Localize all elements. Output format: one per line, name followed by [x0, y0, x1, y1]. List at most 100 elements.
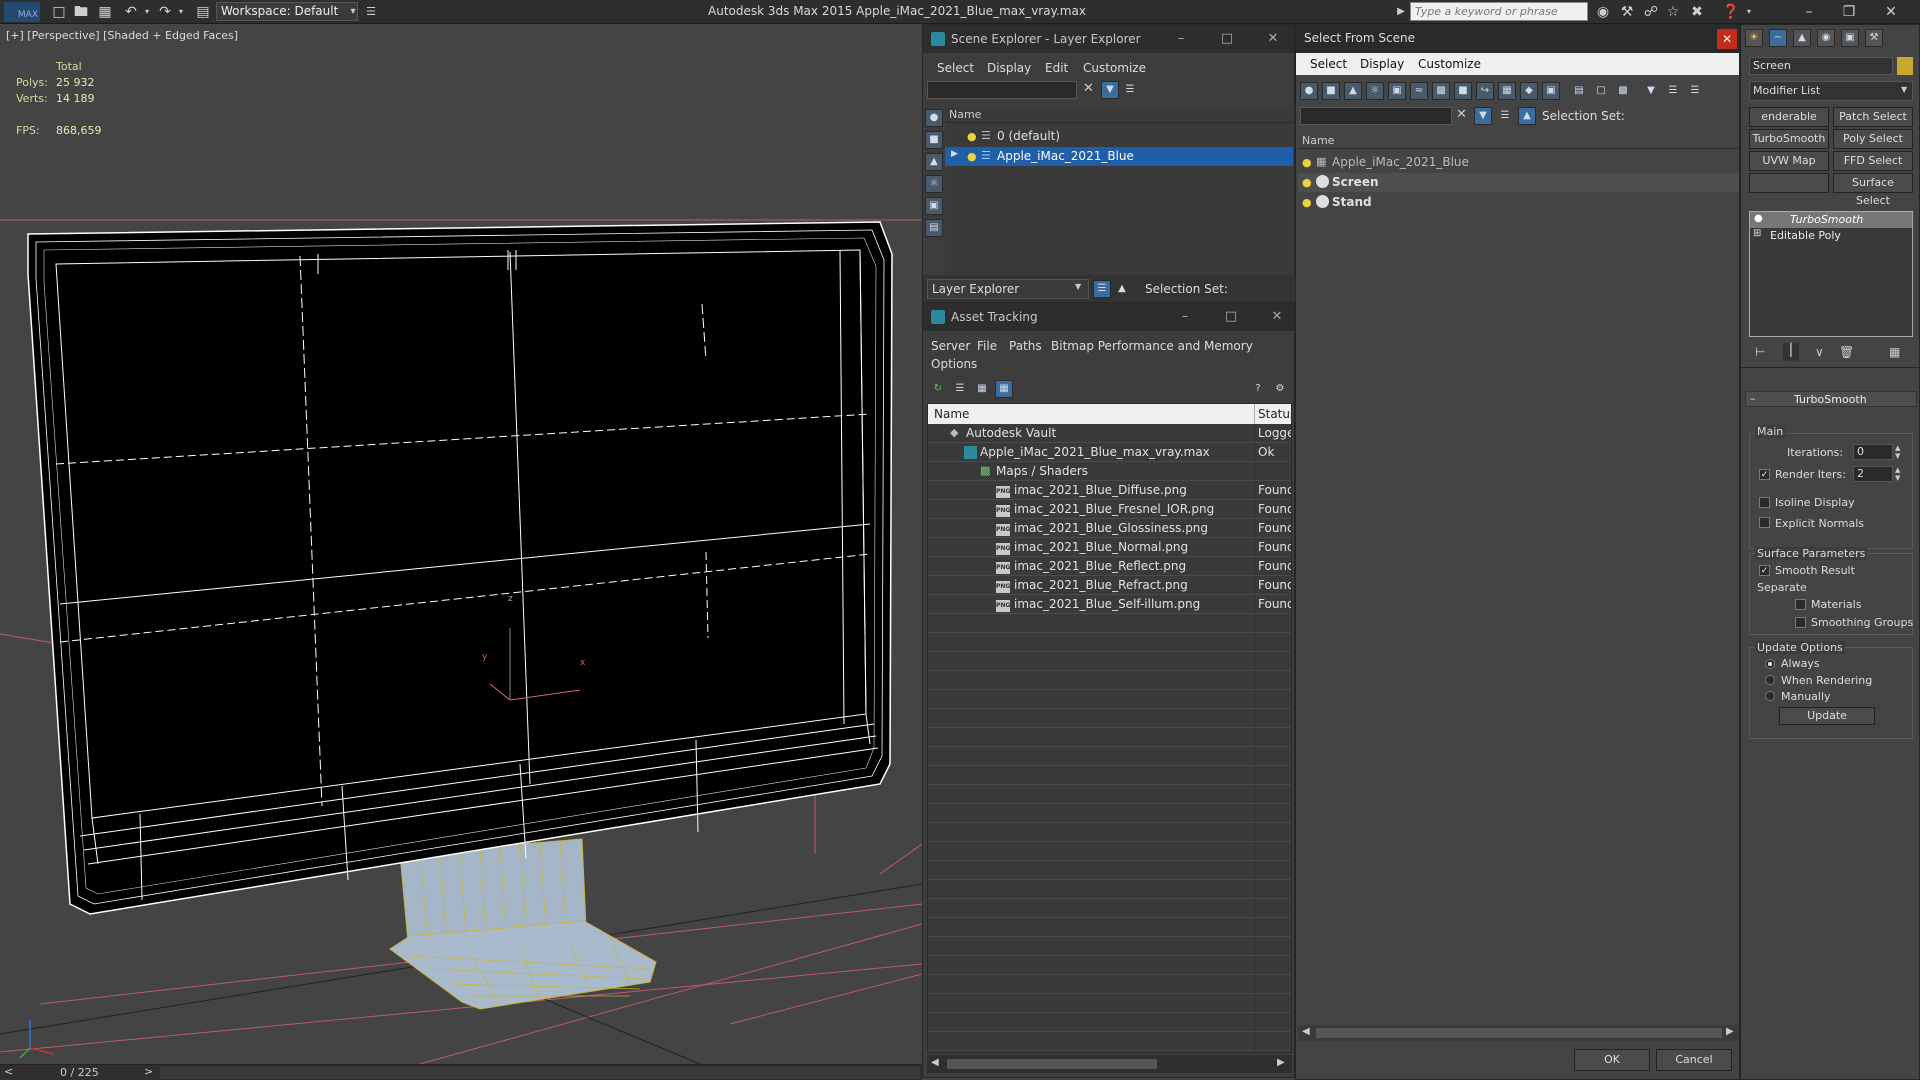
light-bulb-icon[interactable]: ●	[967, 130, 977, 143]
time-slider-track[interactable]	[160, 1067, 920, 1079]
select-from-scene-close-icon[interactable]: ✕	[1717, 29, 1737, 49]
close-icon[interactable]: ✕	[1882, 3, 1900, 21]
scene-explorer-layers-icon[interactable]: ☰	[1121, 81, 1139, 99]
modifier-surface-select-button[interactable]: Surface Select	[1833, 173, 1913, 207]
layer-row-imac[interactable]: ▶ ● ☰ Apple_iMac_2021_Blue	[945, 147, 1293, 166]
asset-col-name[interactable]: Name	[934, 407, 969, 421]
asset-row-map[interactable]: PNG imac_2021_Blue_Glossiness.png Found	[928, 519, 1291, 538]
light-bulb-icon[interactable]: ●	[967, 150, 977, 163]
scene-explorer-clear-icon[interactable]: ✕	[1083, 81, 1094, 96]
sfs-search-input[interactable]	[1300, 107, 1452, 125]
scene-explorer-menu-customize[interactable]: Customize	[1083, 61, 1146, 75]
favorites-icon[interactable]: ☆	[1664, 3, 1682, 21]
asset-settings-icon[interactable]: ⚙	[1271, 380, 1289, 398]
comm-center-icon[interactable]: ☍	[1642, 3, 1660, 21]
modifier-renderable-spline-button[interactable]: enderable Spli	[1749, 107, 1829, 127]
sfs-display-all-icon[interactable]: ●	[1300, 82, 1318, 100]
table-view-icon[interactable]: ▦	[995, 380, 1013, 398]
sfs-menu-customize[interactable]: Customize	[1418, 57, 1481, 71]
thumbnail-view-icon[interactable]: ▦	[973, 380, 991, 398]
modifier-turbosmooth-button[interactable]: TurboSmooth	[1749, 129, 1829, 149]
rollout-header[interactable]: – TurboSmooth	[1745, 391, 1917, 407]
scene-explorer-titlebar[interactable]: Scene Explorer - Layer Explorer – □ ✕	[923, 25, 1294, 53]
update-button[interactable]: Update	[1779, 707, 1875, 725]
scroll-left-icon[interactable]: ◀	[931, 1057, 939, 1068]
sfs-layers-icon[interactable]: ☰	[1496, 107, 1514, 125]
time-prev-button[interactable]: <	[4, 1065, 13, 1078]
display-tab-icon[interactable]: ▣	[1841, 29, 1859, 47]
asset-menu-bitmap[interactable]: Bitmap Performance and Memory	[1051, 339, 1253, 353]
isoline-display-checkbox[interactable]	[1759, 497, 1770, 508]
restore-icon[interactable]: ❐	[1840, 3, 1858, 21]
make-unique-icon[interactable]: ∨	[1815, 345, 1824, 359]
sfs-shapes-icon[interactable]: ▲	[1344, 82, 1362, 100]
display-cameras-icon[interactable]: ▣	[925, 197, 943, 215]
bulb-icon[interactable]: ●	[1754, 213, 1763, 224]
asset-menu-paths[interactable]: Paths	[1009, 339, 1042, 353]
sfs-select-all-icon[interactable]: ▤	[1570, 82, 1588, 100]
collapse-icon[interactable]: –	[1750, 392, 1756, 405]
display-geometry-icon[interactable]: ■	[925, 131, 943, 149]
modifier-list-arrow-icon[interactable]: ▼	[1901, 85, 1907, 94]
smooth-result-checkbox[interactable]: ✓	[1759, 565, 1770, 576]
sfs-hscrollbar[interactable]: ◀ ▶	[1298, 1025, 1739, 1041]
create-tab-icon[interactable]: ☀	[1745, 29, 1763, 47]
exchange-icon[interactable]: ✖	[1688, 3, 1706, 21]
modifier-list-dropdown[interactable]: Modifier List	[1749, 81, 1913, 101]
modifier-ffd-select-button[interactable]: FFD Select	[1833, 151, 1913, 171]
sfs-ok-button[interactable]: OK	[1574, 1049, 1650, 1071]
scroll-thumb[interactable]	[947, 1059, 1157, 1069]
sfs-row-group[interactable]: ● ▦ Apple_iMac_2021_Blue	[1298, 153, 1739, 172]
iterations-spinner[interactable]: 0	[1853, 444, 1893, 460]
search-input[interactable]: Type a keyword or phrase	[1410, 2, 1588, 21]
viewport-label[interactable]: [+] [Perspective] [Shaded + Edged Faces]	[6, 29, 238, 42]
sfs-cameras-icon[interactable]: ▣	[1388, 82, 1406, 100]
sfs-spacewarps-icon[interactable]: ▩	[1432, 82, 1450, 100]
new-file-icon[interactable]: □	[50, 3, 68, 21]
asset-row-maxfile[interactable]: Apple_iMac_2021_Blue_max_vray.max Ok	[928, 443, 1291, 462]
light-bulb-icon[interactable]: ●	[1302, 156, 1312, 169]
modify-tab-icon[interactable]: ∼	[1769, 29, 1787, 47]
scroll-right-icon[interactable]: ▶	[1726, 1026, 1734, 1037]
sfs-select-none-icon[interactable]: □	[1592, 82, 1610, 100]
sfs-xrefs-icon[interactable]: ↪	[1476, 82, 1494, 100]
select-from-scene-titlebar[interactable]: Select From Scene ✕	[1296, 25, 1739, 53]
asset-help-icon[interactable]: ?	[1249, 380, 1267, 398]
time-slider[interactable]: < 0 / 225 >	[0, 1064, 922, 1080]
asset-col-divider[interactable]	[1254, 404, 1255, 424]
asset-menu-server[interactable]: Server	[931, 339, 970, 353]
scene-explorer-menu-edit[interactable]: Edit	[1045, 61, 1068, 75]
update-manually-radio[interactable]	[1765, 691, 1775, 701]
list-view-icon[interactable]: ☰	[951, 380, 969, 398]
sfs-clear-icon[interactable]: ✕	[1456, 107, 1467, 122]
scene-explorer-minimize-icon[interactable]: –	[1171, 30, 1191, 48]
render-iters-spinner-arrows-icon[interactable]: ▲ ▼	[1895, 466, 1900, 482]
sfs-filter-toggle-icon[interactable]: ▼	[1474, 107, 1492, 125]
workspace-menu-icon[interactable]: ▾	[344, 3, 362, 21]
sfs-cancel-button[interactable]: Cancel	[1656, 1049, 1732, 1071]
modifier-empty-button[interactable]	[1749, 173, 1829, 193]
asset-col-status[interactable]: Status	[1258, 407, 1291, 421]
explicit-normals-checkbox[interactable]	[1759, 517, 1770, 528]
help-dropdown-icon[interactable]: ▾	[1740, 3, 1758, 21]
help-icon[interactable]: ❓	[1722, 3, 1740, 21]
perspective-viewport[interactable]: z y x [+] [Perspective] [Shaded + Edged …	[0, 24, 922, 1064]
asset-row-map[interactable]: PNG imac_2021_Blue_Diffuse.png Found	[928, 481, 1291, 500]
sfs-containers-icon[interactable]: ◆	[1520, 82, 1538, 100]
sfs-bones-icon[interactable]: ▦	[1498, 82, 1516, 100]
asset-row-map[interactable]: PNG imac_2021_Blue_Self-illum.png Found	[928, 595, 1291, 614]
asset-row-map[interactable]: PNG imac_2021_Blue_Normal.png Found	[928, 538, 1291, 557]
asset-row-map[interactable]: PNG imac_2021_Blue_Refract.png Found	[928, 576, 1291, 595]
asset-hscrollbar[interactable]: ◀ ▶	[927, 1055, 1292, 1073]
explorer-type-dropdown[interactable]: Layer Explorer	[927, 279, 1089, 299]
modifier-poly-select-button[interactable]: Poly Select	[1833, 129, 1913, 149]
scene-explorer-name-column[interactable]: Name	[945, 107, 1293, 123]
scene-explorer-maximize-icon[interactable]: □	[1217, 30, 1237, 48]
explorer-type-dropdown-arrow-icon[interactable]: ▼	[1075, 282, 1081, 291]
save-icon[interactable]: ▦	[96, 3, 114, 21]
asset-tracking-maximize-icon[interactable]: □	[1221, 308, 1241, 326]
scene-explorer-close-icon[interactable]: ✕	[1263, 30, 1283, 48]
sfs-row-screen[interactable]: ● Screen	[1298, 173, 1739, 192]
scroll-thumb[interactable]	[1316, 1028, 1722, 1038]
sfs-groups-icon[interactable]: ■	[1454, 82, 1472, 100]
